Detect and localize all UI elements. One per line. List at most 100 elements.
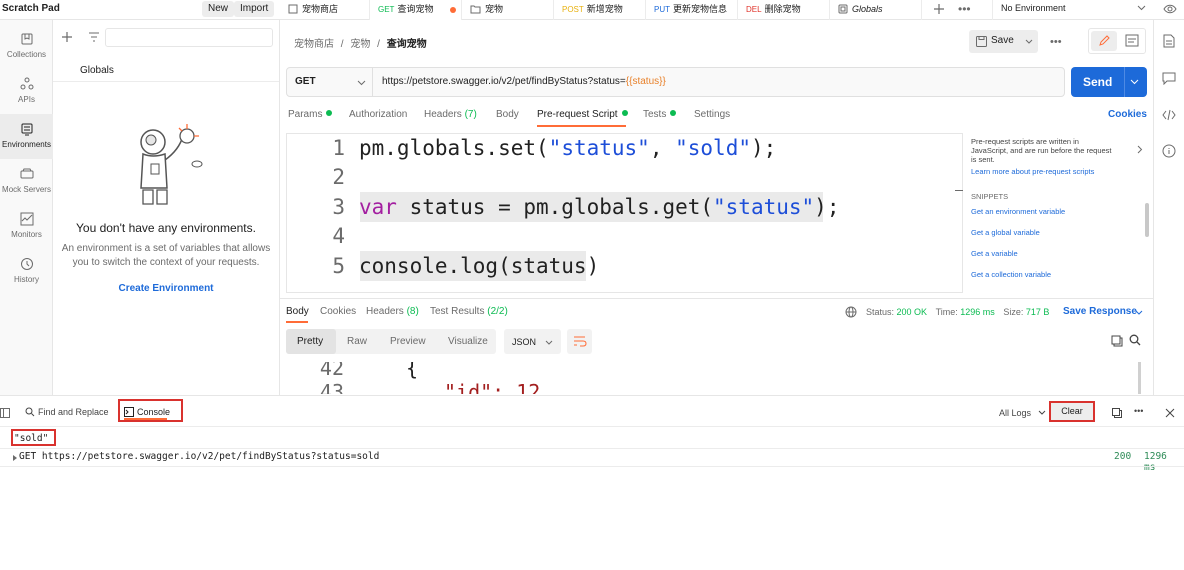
- response-tab-headers[interactable]: Headers (8): [366, 306, 419, 317]
- save-response-chevron-down-icon[interactable]: [1135, 310, 1143, 315]
- environment-search-input[interactable]: [105, 28, 273, 47]
- response-active-underline: [286, 321, 308, 323]
- tab-delete-request[interactable]: DEL 删除宠物: [738, 0, 830, 20]
- copy-icon[interactable]: [1111, 335, 1123, 347]
- left-sidebar: Collections APIs Environments Mock Serve…: [0, 20, 53, 395]
- right-sidebar: [1153, 20, 1184, 395]
- tab-params[interactable]: Params: [288, 109, 333, 120]
- request-more-icon[interactable]: •••: [1050, 36, 1062, 48]
- new-tab-plus-icon[interactable]: [932, 2, 946, 16]
- nav-collections[interactable]: Collections: [0, 24, 53, 69]
- response-tab-test-results[interactable]: Test Results (2/2): [430, 306, 508, 317]
- tab-tests[interactable]: Tests: [643, 109, 677, 120]
- snippets-scrollbar[interactable]: [1145, 203, 1149, 237]
- save-chevron-down-icon[interactable]: [1025, 39, 1033, 44]
- console-tab[interactable]: Console: [124, 407, 170, 417]
- log-request-line[interactable]: GET https://petstore.swagger.io/v2/pet/f…: [19, 451, 379, 462]
- monitors-icon: [0, 212, 53, 226]
- info-icon[interactable]: [1162, 144, 1176, 158]
- search-icon[interactable]: [1129, 334, 1141, 346]
- folder-icon: [470, 4, 481, 14]
- send-chevron-down-icon[interactable]: [1130, 79, 1139, 85]
- edit-pencil-icon[interactable]: [1091, 31, 1117, 51]
- tab-globals[interactable]: Globals: [830, 0, 922, 20]
- filter-icon[interactable]: [88, 32, 100, 42]
- console-more-icon[interactable]: •••: [1134, 406, 1143, 416]
- tab-pre-request-script[interactable]: Pre-request Script: [537, 109, 628, 120]
- learn-more-link[interactable]: Learn more about pre-request scripts: [971, 167, 1094, 176]
- view-tab-pretty[interactable]: Pretty: [286, 329, 336, 354]
- response-size[interactable]: 717 B: [1026, 307, 1050, 317]
- response-tab-body[interactable]: Body: [286, 306, 309, 317]
- globe-icon[interactable]: [845, 306, 857, 318]
- nav-monitors[interactable]: Monitors: [0, 204, 53, 249]
- snippet-item[interactable]: Get a collection variable: [971, 270, 1051, 279]
- environment-select[interactable]: No Environment: [992, 0, 1152, 20]
- snippet-item[interactable]: Get a global variable: [971, 228, 1040, 237]
- tab-authorization[interactable]: Authorization: [349, 109, 407, 120]
- nav-apis[interactable]: APIs: [0, 69, 53, 114]
- cookies-link[interactable]: Cookies: [1108, 109, 1147, 120]
- nav-mock-servers[interactable]: Mock Servers: [0, 159, 53, 204]
- documentation-sidebar-icon[interactable]: [1162, 34, 1176, 48]
- url-input[interactable]: https://petstore.swagger.io/v2/pet/findB…: [382, 76, 666, 87]
- globals-icon: [838, 4, 848, 14]
- prerequest-dot-icon: [621, 110, 628, 116]
- all-logs-select[interactable]: All Logs: [999, 408, 1046, 418]
- method-chevron-down-icon: [357, 80, 366, 86]
- tabs-more-icon[interactable]: •••: [958, 2, 971, 16]
- add-environment-plus-icon[interactable]: [61, 31, 73, 43]
- comments-icon[interactable]: [1162, 71, 1176, 85]
- expand-caret-icon[interactable]: [12, 454, 18, 462]
- empty-state-desc-2: you to switch the context of your reques…: [72, 257, 260, 268]
- tab-put-request[interactable]: PUT 更新宠物信息: [646, 0, 738, 20]
- import-button[interactable]: Import: [234, 1, 275, 17]
- format-select[interactable]: JSON: [504, 329, 561, 354]
- response-body[interactable]: 42 43 { "id": 12,: [286, 362, 1148, 394]
- tab-post-request[interactable]: POST 新增宠物: [554, 0, 646, 20]
- log-value[interactable]: "sold": [14, 433, 48, 444]
- copy-logs-icon[interactable]: [1112, 408, 1122, 418]
- send-button[interactable]: Send: [1071, 67, 1147, 97]
- nav-environments[interactable]: Environments: [0, 114, 53, 159]
- new-button[interactable]: New: [202, 1, 235, 17]
- view-tab-raw[interactable]: Raw: [347, 336, 367, 347]
- response-status[interactable]: 200 OK: [897, 307, 928, 317]
- wrap-lines-icon[interactable]: [567, 329, 592, 354]
- globals-row[interactable]: Globals: [53, 58, 279, 82]
- clear-button[interactable]: Clear: [1051, 403, 1093, 420]
- nav-history[interactable]: History: [0, 249, 53, 294]
- breadcrumb-root[interactable]: 宠物商店: [294, 39, 334, 50]
- response-time[interactable]: 1296 ms: [960, 307, 995, 317]
- code-line: 4: [332, 224, 345, 248]
- workspace-name[interactable]: Scratch Pad: [2, 3, 60, 14]
- console-tab-underline: [124, 418, 167, 420]
- tab-settings[interactable]: Settings: [694, 109, 730, 120]
- tab-get-request[interactable]: GET 查询宠物: [370, 0, 462, 20]
- view-tab-preview[interactable]: Preview: [390, 336, 426, 347]
- snippet-item[interactable]: Get a variable: [971, 249, 1018, 258]
- response-scrollbar[interactable]: [1138, 362, 1141, 394]
- save-button[interactable]: Save: [969, 30, 1038, 53]
- eye-icon[interactable]: [1163, 3, 1177, 15]
- breadcrumb-folder[interactable]: 宠物: [350, 39, 370, 50]
- tab-collection[interactable]: 宠物商店: [280, 0, 370, 20]
- unsaved-dot-icon: [450, 7, 456, 13]
- find-replace-tab[interactable]: Find and Replace: [25, 407, 109, 417]
- response-tab-cookies[interactable]: Cookies: [320, 306, 356, 317]
- tab-folder[interactable]: 宠物: [462, 0, 554, 20]
- breadcrumb: 宠物商店 / 宠物 / 查询宠物: [294, 39, 427, 50]
- method-select[interactable]: GET: [287, 68, 373, 96]
- view-tab-visualize[interactable]: Visualize: [448, 336, 488, 347]
- close-icon[interactable]: [1165, 408, 1175, 418]
- documentation-icon[interactable]: [1119, 31, 1145, 51]
- collapse-chevron-right-icon[interactable]: [1137, 145, 1143, 154]
- tab-body[interactable]: Body: [496, 109, 519, 120]
- log-status-code: 200: [1114, 451, 1132, 462]
- toggle-sidebar-icon[interactable]: [0, 408, 10, 418]
- code-icon[interactable]: [1162, 108, 1176, 122]
- snippet-item[interactable]: Get an environment variable: [971, 207, 1065, 216]
- tab-headers[interactable]: Headers (7): [424, 109, 477, 120]
- save-response-button[interactable]: Save Response: [1063, 306, 1137, 317]
- create-environment-link[interactable]: Create Environment: [53, 283, 279, 294]
